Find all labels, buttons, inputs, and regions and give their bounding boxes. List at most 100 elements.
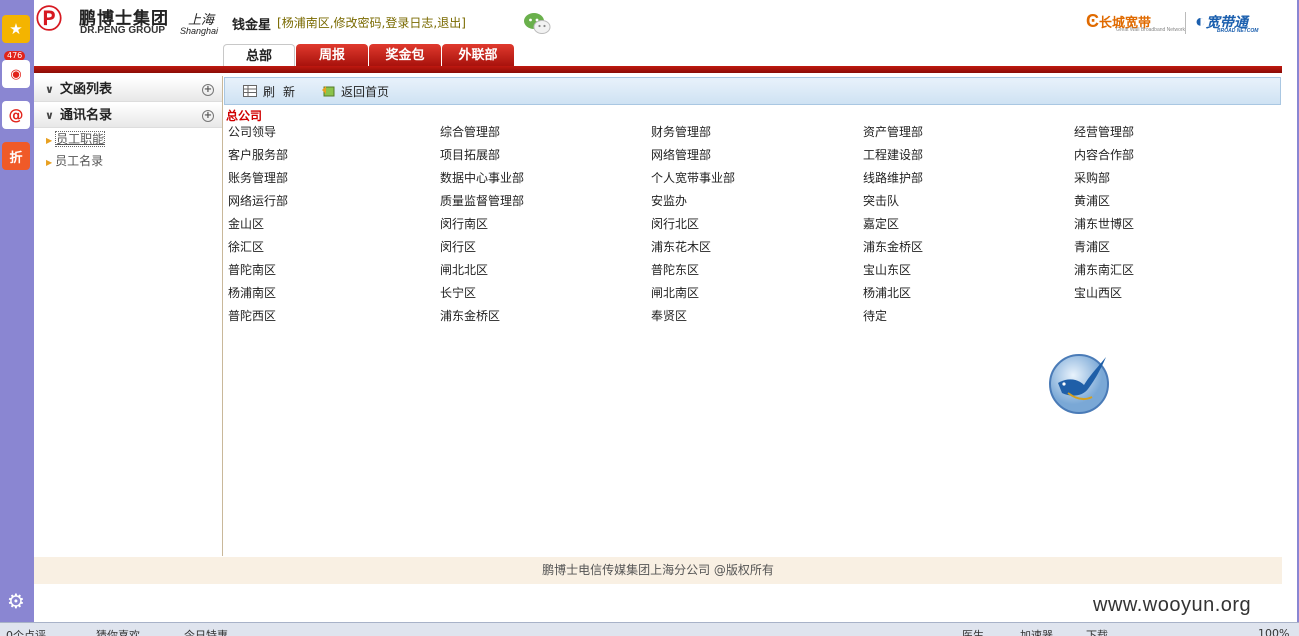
department-link[interactable]: 内容合作部 [1074,145,1288,168]
logout-link[interactable]: 退出 [437,16,461,30]
discount-icon[interactable]: 折 [2,142,30,170]
status-doctor[interactable]: 医生 [962,627,984,636]
brand-divider [1185,12,1186,34]
department-link[interactable]: 账务管理部 [228,168,440,191]
department-link[interactable]: 宝山西区 [1074,283,1288,306]
back-icon [322,86,335,97]
department-link[interactable]: 闸北北区 [440,260,651,283]
home-button[interactable]: 返回首页 [321,83,389,100]
brand-broadnet: ◐宽带通 BROAD NETCOM [1195,11,1258,34]
nav-item-staff-functions[interactable]: ▶ 员工职能 [34,128,222,150]
department-link[interactable]: 综合管理部 [440,122,651,145]
department-link[interactable]: 杨浦南区 [228,283,440,306]
section-documents[interactable]: ∨ 文函列表 + [34,78,222,102]
department-link[interactable]: 浦东南汇区 [1074,260,1288,283]
department-link[interactable]: 网络运行部 [228,191,440,214]
section-directory[interactable]: ∨ 通讯名录 + [34,104,222,128]
refresh-button[interactable]: 刷新 [243,83,303,100]
department-link[interactable]: 普陀西区 [228,306,440,329]
department-link[interactable]: 闸北南区 [651,283,863,306]
department-link[interactable]: 突击队 [863,191,1074,214]
logo-icon: Ⓟ [36,5,63,35]
chevron-down-icon: ∨ [45,83,54,96]
department-link[interactable]: 普陀东区 [651,260,863,283]
weibo-icon[interactable]: ◉ [2,60,30,88]
department-link[interactable]: 闵行北区 [651,214,863,237]
department-link[interactable]: 线路维护部 [863,168,1074,191]
status-recommend[interactable]: 猜你喜欢 [96,627,140,636]
gear-icon[interactable]: ⚙ [2,587,30,615]
department-link[interactable]: 待定 [863,306,1074,329]
brand2-sub: BROAD NETCOM [1217,28,1259,34]
status-deals[interactable]: 今日特惠 [184,627,228,636]
change-password-link[interactable]: 修改密码 [334,16,382,30]
watermark: www.wooyun.org [1093,594,1252,616]
tab-headquarters[interactable]: 总部 [223,44,295,66]
department-link[interactable]: 公司领导 [228,122,440,145]
department-link[interactable]: 客户服务部 [228,145,440,168]
status-reviews[interactable]: 0个点评 [6,627,46,636]
department-link[interactable]: 长宁区 [440,283,651,306]
tab-bar [34,66,1282,73]
status-zoom[interactable]: 100% [1258,627,1289,636]
department-link[interactable]: 浦东花木区 [651,237,863,260]
department-link[interactable]: 普陀南区 [228,260,440,283]
department-link[interactable]: 浦东金桥区 [440,306,651,329]
plus-icon[interactable]: + [202,110,214,122]
department-link[interactable]: 工程建设部 [863,145,1074,168]
brand-great-wall: Ͼ长城宽带 Great Wall Broadband Network [1086,11,1185,33]
mail-icon[interactable]: @ [2,101,30,129]
tab-external[interactable]: 外联部 [442,44,514,66]
left-panel: ∨ 文函列表 + ∨ 通讯名录 + ▶ 员工职能 ▶ 员工名录 [34,76,223,556]
department-link[interactable]: 闵行南区 [440,214,651,237]
user-name: 钱金星 [232,18,272,33]
department-link[interactable]: 项目拓展部 [440,145,651,168]
department-link[interactable]: 杨浦北区 [863,283,1074,306]
table-icon [243,85,257,97]
department-link[interactable]: 青浦区 [1074,237,1288,260]
nav-item-label: 员工名录 [55,154,104,168]
star-icon[interactable]: ★ [2,15,30,43]
department-link[interactable]: 个人宽带事业部 [651,168,863,191]
city-en: Shanghai [180,26,219,36]
department-link[interactable]: 黄浦区 [1074,191,1288,214]
tab-bonus[interactable]: 奖金包 [369,44,441,66]
department-link[interactable]: 金山区 [228,214,440,237]
department-link[interactable]: 资产管理部 [863,122,1074,145]
brand1-icon: Ͼ [1086,11,1099,31]
department-link[interactable]: 质量监督管理部 [440,191,651,214]
section-label: 文函列表 [60,82,113,97]
status-bar: 0个点评 猜你喜欢 今日特惠 医生 加速器 下载 100% [0,622,1299,636]
section-label: 通讯名录 [60,108,113,123]
department-link[interactable]: 宝山东区 [863,260,1074,283]
department-link[interactable]: 嘉定区 [863,214,1074,237]
user-links: [杨浦南区,修改密码,登录日志,退出] [277,14,466,31]
department-link[interactable]: 经营管理部 [1074,122,1288,145]
district-link[interactable]: 杨浦南区 [282,16,330,30]
wechat-icon[interactable] [523,11,551,35]
footer: 鹏博士电信传媒集团上海分公司 @版权所有 [34,557,1282,584]
plus-icon[interactable]: + [202,84,214,96]
arrow-right-icon: ▶ [46,136,53,145]
department-link[interactable]: 财务管理部 [651,122,863,145]
logo-text-en: DR.PENG GROUP [80,25,166,36]
arrow-right-icon: ▶ [46,158,53,167]
bracket-close: ] [461,16,466,30]
home-label: 返回首页 [341,84,390,99]
status-download[interactable]: 下载 [1086,627,1108,636]
tab-weekly[interactable]: 周报 [296,44,368,66]
refresh-label: 刷新 [263,84,304,99]
department-link[interactable]: 徐汇区 [228,237,440,260]
status-accelerator[interactable]: 加速器 [1020,627,1053,636]
department-link[interactable]: 奉贤区 [651,306,863,329]
department-link[interactable]: 闵行区 [440,237,651,260]
department-link[interactable]: 浦东世博区 [1074,214,1288,237]
bird-icon[interactable] [1048,353,1110,415]
department-link[interactable]: 安监办 [651,191,863,214]
department-link[interactable]: 网络管理部 [651,145,863,168]
login-log-link[interactable]: 登录日志 [385,16,433,30]
department-link[interactable]: 浦东金桥区 [863,237,1074,260]
department-link[interactable]: 数据中心事业部 [440,168,651,191]
department-link[interactable]: 采购部 [1074,168,1288,191]
nav-item-staff-list[interactable]: ▶ 员工名录 [34,150,222,172]
